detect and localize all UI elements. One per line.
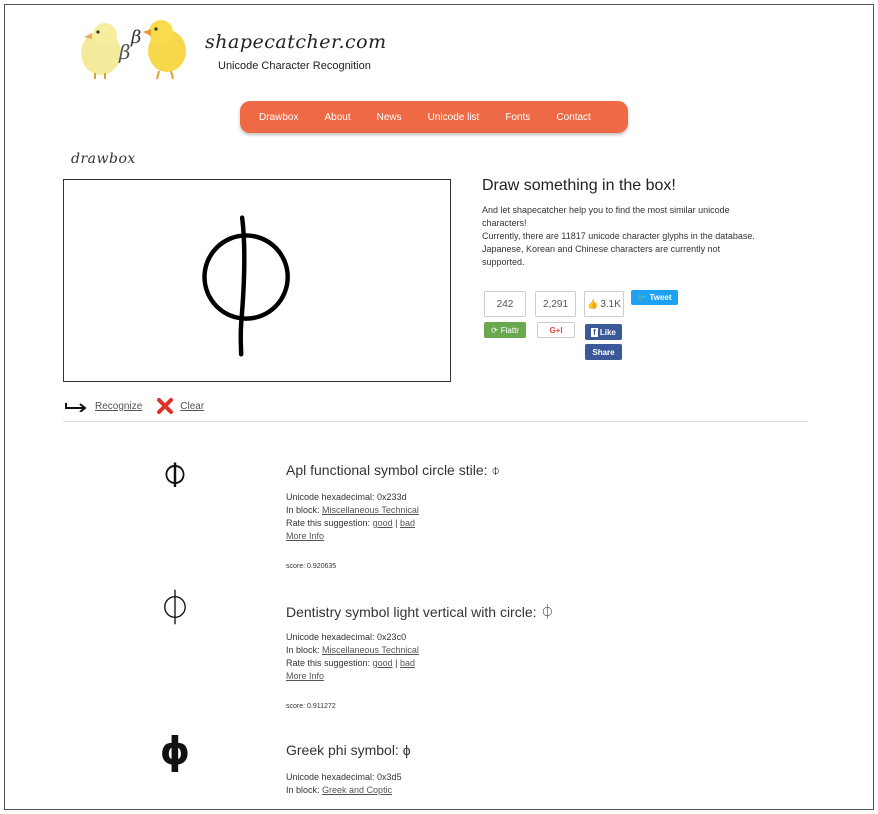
rate-separator: | xyxy=(392,518,400,528)
tweet-button[interactable]: 🐦 Tweet xyxy=(631,290,678,305)
rate-good-link[interactable]: good xyxy=(373,518,393,528)
divider xyxy=(63,421,807,422)
result-glyph: ⏀ xyxy=(158,589,192,629)
result-meta: Unicode hexadecimal: 0x3d5 In block: Gre… xyxy=(286,771,402,797)
nav-about[interactable]: About xyxy=(324,112,350,123)
facebook-icon: f xyxy=(591,327,598,337)
info-text: And let shapecatcher help you to find th… xyxy=(482,204,797,269)
svg-text:β: β xyxy=(118,40,131,64)
rate-good-link[interactable]: good xyxy=(373,658,393,668)
like-count-value: 3.1K xyxy=(600,298,621,310)
result-glyph: ϕ xyxy=(159,729,191,773)
info-line: And let shapecatcher help you to find th… xyxy=(482,205,730,215)
drawing-canvas[interactable] xyxy=(63,179,451,382)
drawn-vertical-stroke xyxy=(238,215,247,357)
info-heading: Draw something in the box! xyxy=(482,177,676,194)
site-title[interactable]: shapecatcher.com xyxy=(205,31,387,53)
nav-news[interactable]: News xyxy=(377,112,402,123)
rate-separator: | xyxy=(392,658,400,668)
twitter-bird-icon: 🐦 xyxy=(637,293,648,302)
recognize-arrow-icon xyxy=(65,403,87,412)
result-rate-line: Rate this suggestion: good | bad xyxy=(286,657,419,670)
more-info-link[interactable]: More Info xyxy=(286,531,324,541)
chicks-logo: β β xyxy=(81,20,186,80)
flattr-button[interactable]: ⟳ Flattr xyxy=(484,322,526,338)
block-link[interactable]: Greek and Coptic xyxy=(322,785,392,795)
info-line: Japanese, Korean and Chinese characters … xyxy=(482,244,721,254)
drawbox-actions: Recognize Clear xyxy=(65,397,204,415)
like-count: 👍 3.1K xyxy=(584,291,624,317)
info-line: Currently, there are 11817 unicode chara… xyxy=(482,231,755,241)
result-block-line: In block: Miscellaneous Technical xyxy=(286,504,419,517)
flattr-icon: ⟳ xyxy=(491,325,498,335)
thumbs-up-icon: 👍 xyxy=(587,298,599,309)
result-title: Greek phi symbol: ϕ xyxy=(286,742,411,758)
nav-contact[interactable]: Contact xyxy=(556,112,590,123)
like-label: Like xyxy=(599,327,616,337)
main-nav: Drawbox About News Unicode list Fonts Co… xyxy=(240,101,628,133)
block-link[interactable]: Miscellaneous Technical xyxy=(322,645,419,655)
flattr-count: 242 xyxy=(484,291,526,317)
result-hex: Unicode hexadecimal: 0x3d5 xyxy=(286,772,402,782)
gplus-button[interactable]: G+I xyxy=(537,322,575,338)
result-rate-line: Rate this suggestion: good | bad xyxy=(286,517,419,530)
block-prefix: In block: xyxy=(286,785,323,795)
more-info-link[interactable]: More Info xyxy=(286,671,324,681)
tweet-label: Tweet xyxy=(649,293,672,302)
block-link[interactable]: Miscellaneous Technical xyxy=(322,505,419,515)
result-hex: Unicode hexadecimal: 0x233d xyxy=(286,492,407,502)
result-score: score: 0.911272 xyxy=(286,703,336,710)
site-subtitle: Unicode Character Recognition xyxy=(218,60,371,72)
rate-bad-link[interactable]: bad xyxy=(400,658,415,668)
result-score: score: 0.920635 xyxy=(286,563,337,570)
rate-prefix: Rate this suggestion: xyxy=(286,658,373,668)
rate-prefix: Rate this suggestion: xyxy=(286,518,373,528)
facebook-like-button[interactable]: f Like xyxy=(585,324,622,340)
block-prefix: In block: xyxy=(286,645,323,655)
result-block-line: In block: Miscellaneous Technical xyxy=(286,644,419,657)
nav-fonts[interactable]: Fonts xyxy=(505,112,530,123)
gplus-count: 2,291 xyxy=(535,291,576,317)
result-title: Dentistry symbol light vertical with cir… xyxy=(286,604,555,620)
result-title: Apl functional symbol circle stile: ⌽ xyxy=(286,462,500,478)
info-line: characters! xyxy=(482,218,527,228)
result-meta: Unicode hexadecimal: 0x23c0 In block: Mi… xyxy=(286,631,419,683)
recognize-link[interactable]: Recognize xyxy=(95,401,142,412)
page-frame: β β shapecatcher.com Unicode Character R… xyxy=(4,4,874,810)
svg-text:β: β xyxy=(130,27,141,48)
drawbox-heading: drawbox xyxy=(71,151,136,167)
info-line: supported. xyxy=(482,257,525,267)
result-block-line: In block: Greek and Coptic xyxy=(286,784,402,797)
rate-bad-link[interactable]: bad xyxy=(400,518,415,528)
facebook-share-button[interactable]: Share xyxy=(585,344,622,360)
clear-x-icon xyxy=(157,398,174,414)
block-prefix: In block: xyxy=(286,505,323,515)
result-hex: Unicode hexadecimal: 0x23c0 xyxy=(286,632,407,642)
nav-unicode-list[interactable]: Unicode list xyxy=(428,112,480,123)
clear-link[interactable]: Clear xyxy=(180,401,204,412)
flattr-label: Flattr xyxy=(500,325,519,335)
nav-drawbox[interactable]: Drawbox xyxy=(259,112,298,123)
result-meta: Unicode hexadecimal: 0x233d In block: Mi… xyxy=(286,491,419,543)
result-glyph: ⌽ xyxy=(161,447,189,498)
